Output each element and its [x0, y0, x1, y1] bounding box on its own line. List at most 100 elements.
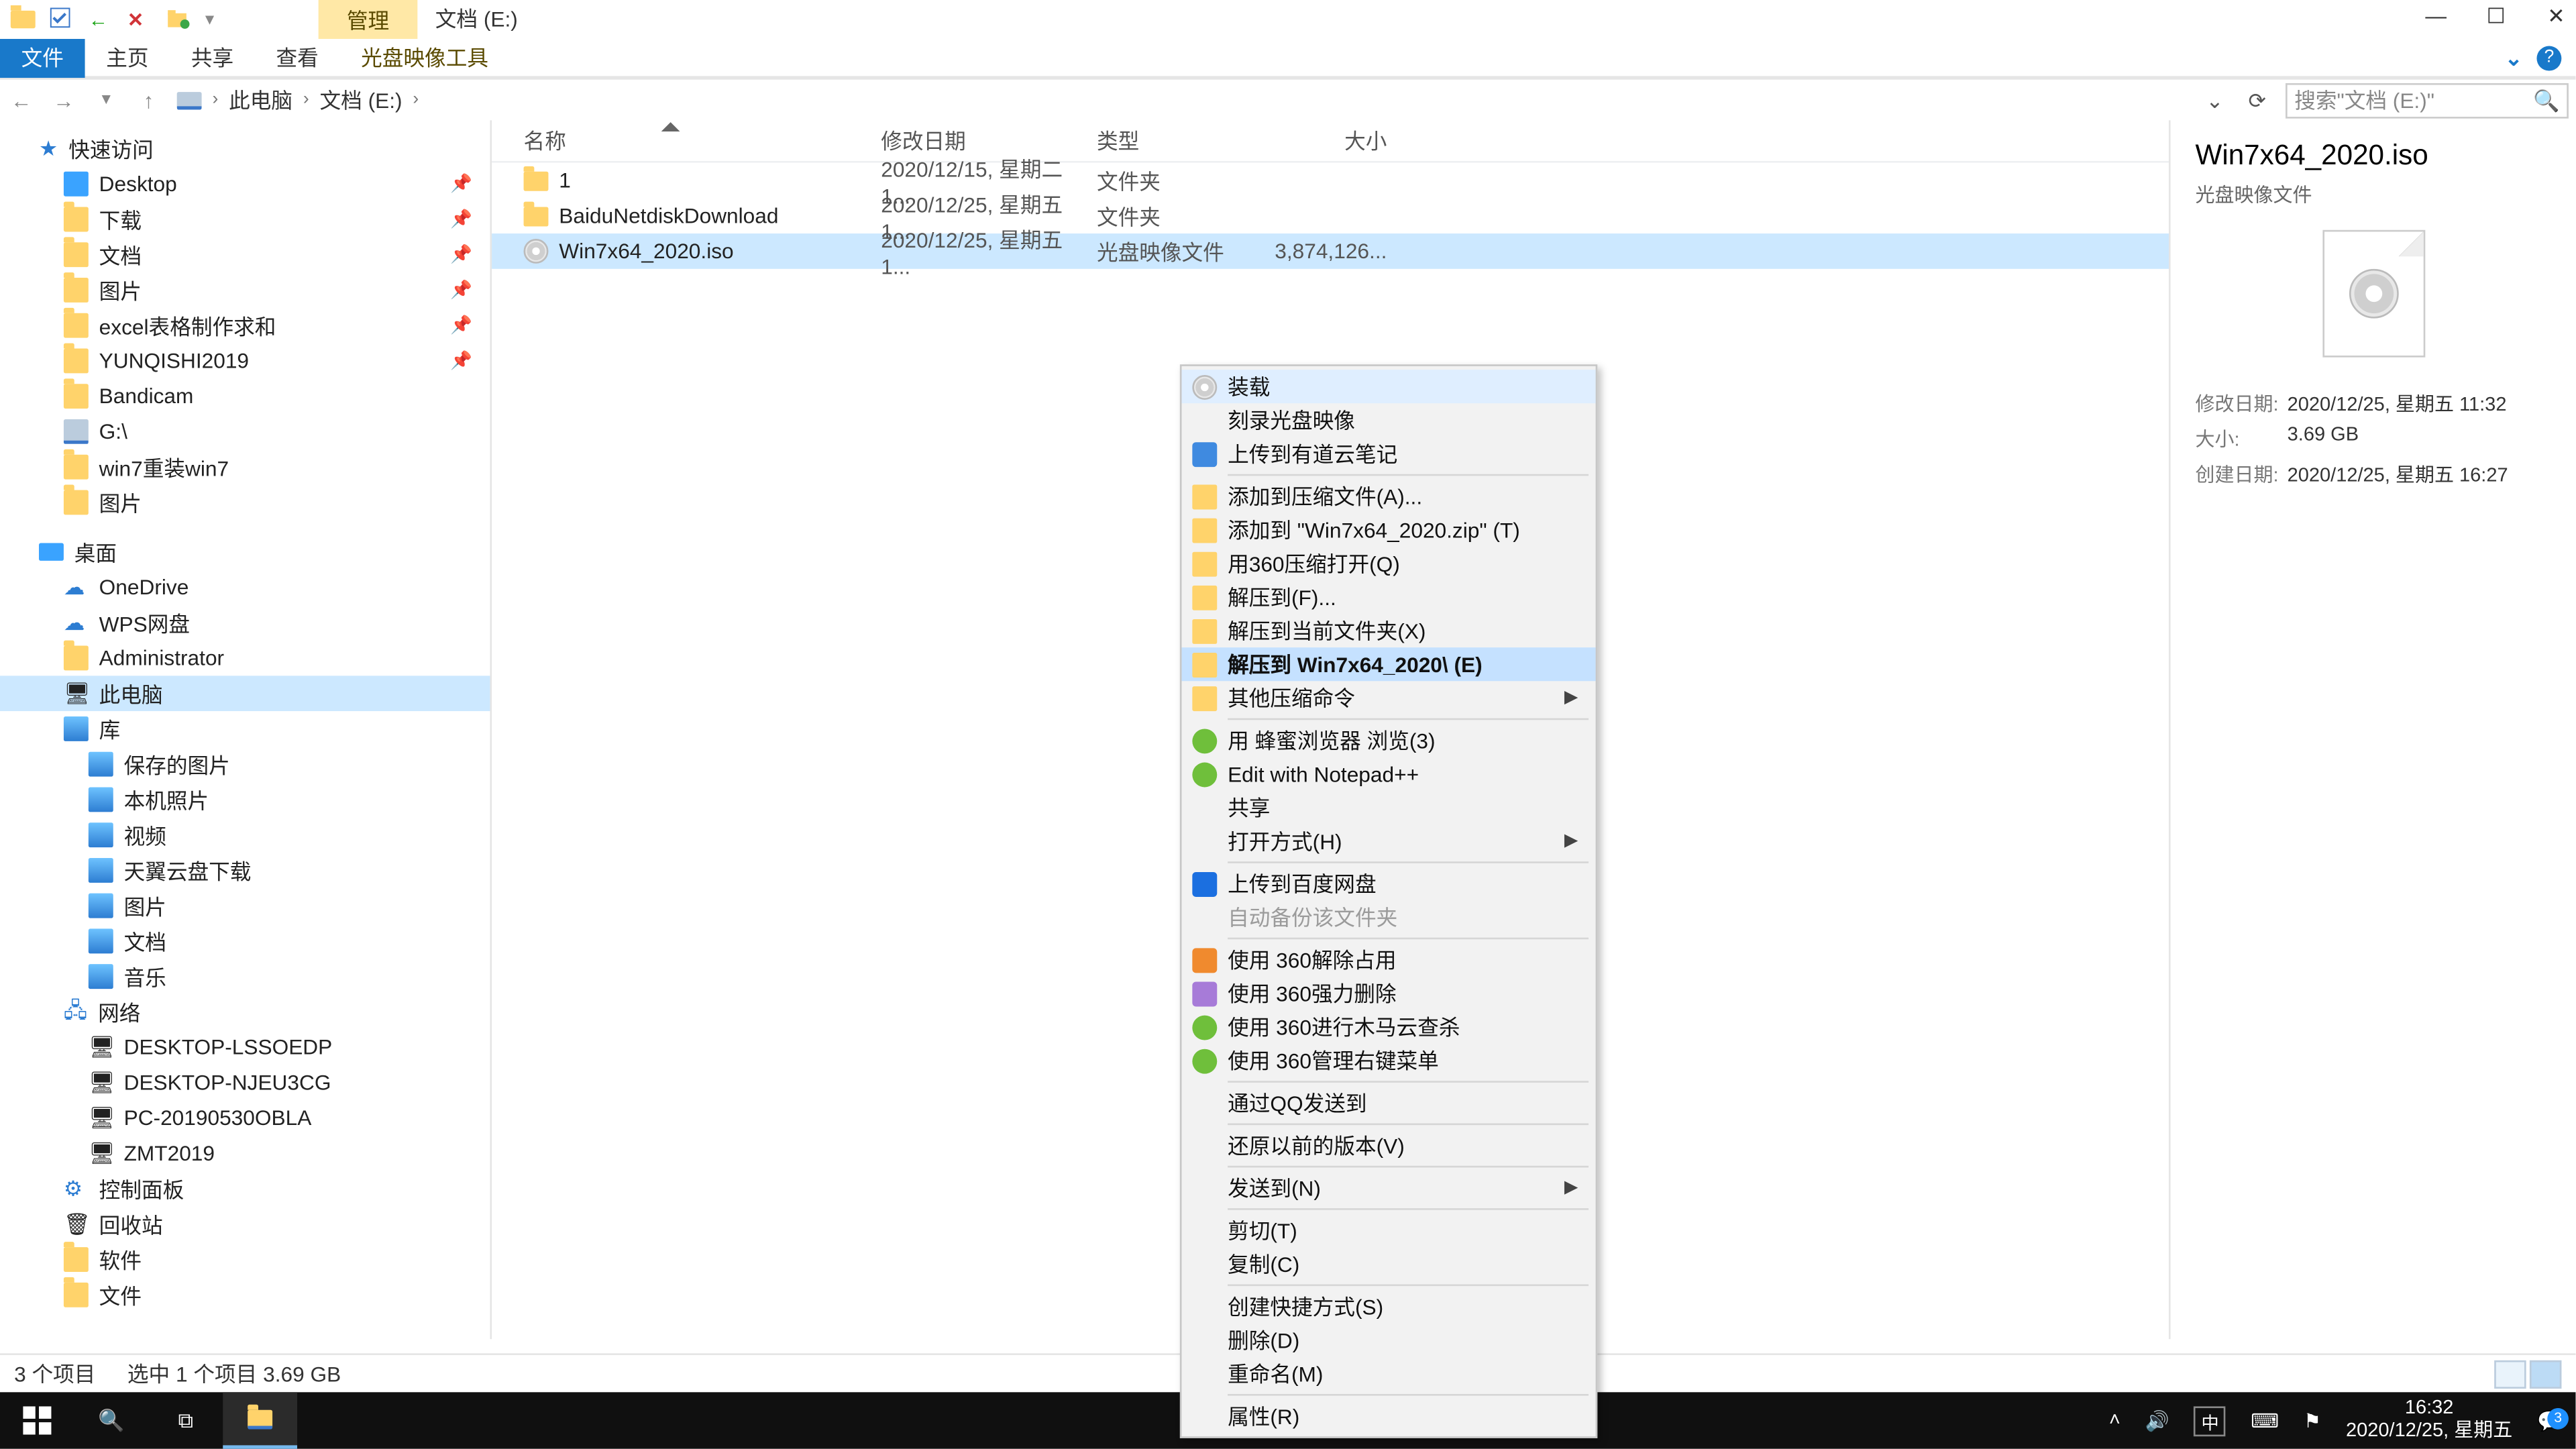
address-dropdown-icon[interactable]: ⌄ [2200, 88, 2229, 113]
ribbon-collapse-icon[interactable]: ⌄ [2505, 45, 2523, 70]
search-input[interactable]: 搜索"文档 (E:)" 🔍 [2286, 83, 2569, 118]
tree-item[interactable]: YUNQISHI2019📌 [0, 343, 490, 379]
navigation-tree[interactable]: ★快速访问 Desktop📌下载📌文档📌图片📌excel表格制作求和📌YUNQI… [0, 120, 492, 1339]
menu-item[interactable]: 用360压缩打开(Q) [1182, 547, 1596, 580]
tree-item[interactable]: 本机照片 [0, 782, 490, 818]
qat-dropdown-icon[interactable]: ▾ [205, 10, 214, 30]
menu-item[interactable]: 创建快捷方式(S) [1182, 1289, 1596, 1323]
menu-item[interactable]: 复制(C) [1182, 1247, 1596, 1281]
menu-item[interactable]: 剪切(T) [1182, 1214, 1596, 1247]
menu-item[interactable]: 发送到(N)▶ [1182, 1171, 1596, 1205]
menu-item[interactable]: 重命名(M) [1182, 1357, 1596, 1391]
action-center-icon[interactable]: 💬3 [2537, 1409, 2561, 1432]
nav-recent-dropdown[interactable]: ▾ [92, 90, 120, 109]
tree-item[interactable]: Administrator [0, 641, 490, 676]
tree-item[interactable]: 文档📌 [0, 237, 490, 272]
delete-icon[interactable] [127, 7, 152, 32]
nav-forward-button[interactable]: → [50, 88, 78, 113]
search-button[interactable]: 🔍 [74, 1392, 149, 1448]
breadcrumb-drive[interactable]: 文档 (E:) [320, 85, 402, 115]
menu-item[interactable]: 上传到有道云笔记 [1182, 437, 1596, 470]
close-button[interactable]: ✕ [2544, 3, 2569, 28]
view-icons-button[interactable] [2530, 1360, 2561, 1388]
taskbar-explorer[interactable] [223, 1392, 297, 1448]
properties-icon[interactable] [50, 7, 74, 32]
tree-item[interactable]: 下载📌 [0, 202, 490, 237]
menu-item[interactable]: 添加到压缩文件(A)... [1182, 480, 1596, 513]
tree-item[interactable]: 文档 [0, 924, 490, 959]
context-menu[interactable]: 装载刻录光盘映像上传到有道云笔记添加到压缩文件(A)...添加到 "Win7x6… [1180, 364, 1597, 1438]
maximize-button[interactable]: ☐ [2483, 3, 2508, 28]
column-headers[interactable]: 名称▲ 修改日期 类型 大小 [492, 120, 2169, 162]
tree-item[interactable]: 🖥PC-20190530OBLA [0, 1100, 490, 1136]
undo-icon[interactable] [89, 7, 113, 32]
tree-item[interactable]: 图片📌 [0, 272, 490, 308]
menu-item[interactable]: 删除(D) [1182, 1323, 1596, 1356]
breadcrumb[interactable]: › 此电脑 › 文档 (E:) › [177, 85, 419, 115]
ribbon-tab-home[interactable]: 主页 [85, 37, 170, 78]
tree-item[interactable]: ☁OneDrive [0, 570, 490, 605]
ribbon-tab-disc-tools[interactable]: 光盘映像工具 [339, 37, 509, 78]
refresh-icon[interactable]: ⟳ [2243, 88, 2271, 113]
tree-item[interactable]: 🖥此电脑 [0, 676, 490, 711]
menu-item[interactable]: 解压到当前文件夹(X) [1182, 614, 1596, 647]
help-icon[interactable]: ? [2536, 45, 2561, 70]
tree-item[interactable]: excel表格制作求和📌 [0, 308, 490, 343]
file-row[interactable]: 12020/12/15, 星期二 1...文件夹 [492, 163, 2169, 199]
menu-item[interactable]: 刻录光盘映像 [1182, 403, 1596, 437]
menu-item[interactable]: 属性(R) [1182, 1399, 1596, 1433]
tree-item[interactable]: 保存的图片 [0, 747, 490, 782]
tree-item[interactable]: ☁WPS网盘 [0, 605, 490, 641]
tree-item[interactable]: 库 [0, 711, 490, 747]
security-icon[interactable]: ⚑ [2304, 1409, 2321, 1432]
ribbon-tab-view[interactable]: 查看 [255, 37, 340, 78]
nav-back-button[interactable]: ← [7, 88, 36, 113]
menu-item[interactable]: 用 蜂蜜浏览器 浏览(3) [1182, 724, 1596, 757]
menu-item[interactable]: 通过QQ发送到 [1182, 1086, 1596, 1120]
tree-item[interactable]: 图片 [0, 888, 490, 924]
menu-item[interactable]: 共享 [1182, 791, 1596, 824]
menu-item[interactable]: 装载 [1182, 370, 1596, 403]
tree-item[interactable]: 🖥ZMT2019 [0, 1136, 490, 1171]
menu-item[interactable]: 打开方式(H)▶ [1182, 824, 1596, 858]
menu-item[interactable]: 上传到百度网盘 [1182, 867, 1596, 900]
breadcrumb-root[interactable]: 此电脑 [229, 85, 292, 115]
tree-item[interactable]: 音乐 [0, 959, 490, 994]
file-row[interactable]: Win7x64_2020.iso2020/12/25, 星期五 1...光盘映像… [492, 233, 2169, 269]
menu-item[interactable]: 使用 360解除占用 [1182, 943, 1596, 977]
tree-item[interactable]: ⚙控制面板 [0, 1171, 490, 1207]
task-view-button[interactable]: ⧉ [149, 1392, 223, 1448]
tree-item[interactable]: G:\ [0, 414, 490, 449]
menu-item[interactable]: 添加到 "Win7x64_2020.zip" (T) [1182, 513, 1596, 547]
start-button[interactable] [0, 1392, 74, 1448]
view-details-button[interactable] [2494, 1360, 2526, 1388]
ribbon-tab-file[interactable]: 文件 [0, 37, 85, 78]
tree-item[interactable]: win7重装win7 [0, 449, 490, 485]
tree-item[interactable]: 🖥DESKTOP-NJEU3CG [0, 1065, 490, 1100]
tree-item[interactable]: 天翼云盘下载 [0, 853, 490, 888]
menu-item[interactable]: 使用 360强力删除 [1182, 977, 1596, 1010]
menu-item[interactable]: 使用 360管理右键菜单 [1182, 1044, 1596, 1077]
contextual-tab-manage[interactable]: 管理 [319, 0, 418, 39]
menu-item[interactable]: 解压到(F)... [1182, 580, 1596, 614]
ime-mode-icon[interactable]: ⌨ [2251, 1409, 2279, 1432]
tree-network[interactable]: 🖧网络 [0, 994, 490, 1030]
tree-item[interactable]: 图片 [0, 485, 490, 521]
file-list[interactable]: 名称▲ 修改日期 类型 大小 12020/12/15, 星期二 1...文件夹B… [492, 120, 2169, 1339]
tree-item[interactable]: 🗑回收站 [0, 1206, 490, 1242]
tree-item[interactable]: Desktop📌 [0, 166, 490, 202]
taskbar-clock[interactable]: 16:32 2020/12/25, 星期五 [2346, 1397, 2512, 1444]
tree-item[interactable]: 文件 [0, 1277, 490, 1313]
new-folder-icon[interactable] [166, 7, 191, 32]
menu-item[interactable]: Edit with Notepad++ [1182, 757, 1596, 791]
tree-quick-access[interactable]: ★快速访问 [0, 131, 490, 166]
menu-item[interactable]: 解压到 Win7x64_2020\ (E) [1182, 647, 1596, 681]
volume-icon[interactable]: 🔊 [2145, 1409, 2169, 1432]
menu-item[interactable]: 其他压缩命令▶ [1182, 681, 1596, 714]
search-icon[interactable]: 🔍 [2533, 88, 2559, 113]
tree-item[interactable]: 🖥DESKTOP-LSSOEDP [0, 1030, 490, 1065]
file-row[interactable]: BaiduNetdiskDownload2020/12/25, 星期五 1...… [492, 198, 2169, 233]
ribbon-tab-share[interactable]: 共享 [170, 37, 255, 78]
menu-item[interactable]: 使用 360进行木马云查杀 [1182, 1010, 1596, 1044]
tree-desktop[interactable]: 桌面 [0, 534, 490, 570]
